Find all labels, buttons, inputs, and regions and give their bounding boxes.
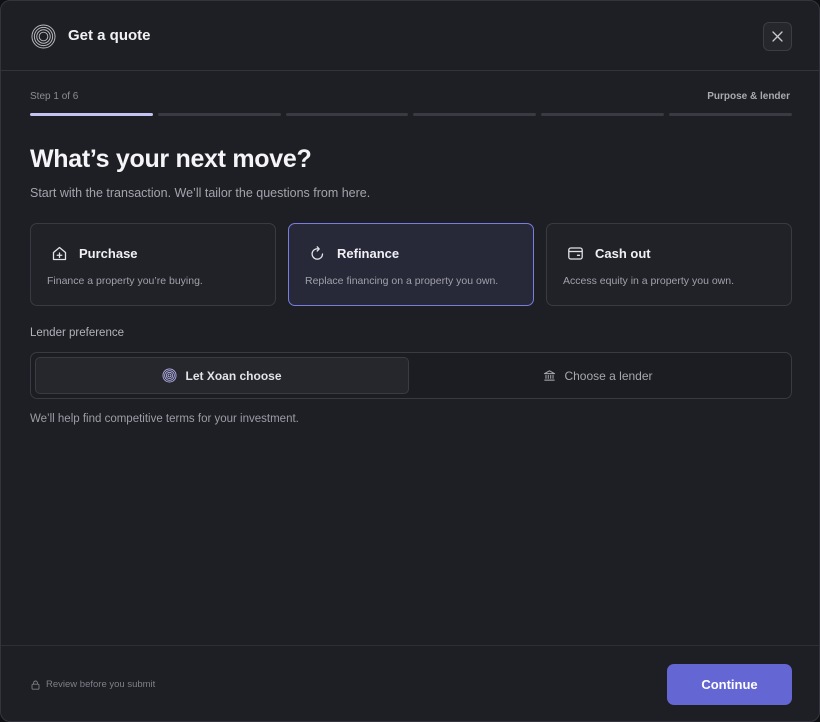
brand-logo-icon (31, 24, 56, 49)
step-section-label: Purpose & lender (707, 91, 790, 102)
close-icon (772, 31, 783, 42)
modal-footer: Review before you submit Continue (1, 645, 819, 721)
lender-preference-label: Lender preference (30, 327, 124, 339)
step-progress-bar (30, 113, 792, 117)
option-label: Let Xoan choose (185, 368, 282, 383)
option-description: Access equity in a property you own. (563, 275, 735, 287)
modal-header: Get a quote (1, 1, 819, 71)
page-subheading: Start with the transaction. We’ll tailor… (30, 186, 371, 200)
choose-a-lender-option[interactable]: Choose a lender (411, 357, 785, 394)
quote-modal: Get a quote Step 1 of 6 Purpose & lender… (0, 0, 820, 722)
continue-button[interactable]: Continue (667, 664, 792, 705)
lock-icon (31, 680, 40, 690)
progress-segment-2 (157, 113, 281, 116)
progress-segment-4 (413, 113, 537, 116)
xoan-logo-icon (163, 368, 177, 383)
refresh-icon (311, 246, 324, 260)
progress-segment-5 (541, 113, 665, 116)
option-title: Cash out (595, 246, 651, 261)
option-label: Choose a lender (564, 368, 653, 383)
close-button[interactable] (763, 22, 792, 51)
wallet-icon (568, 247, 583, 260)
option-card-refinance[interactable]: Refinance Replace financing on a propert… (288, 223, 534, 306)
bank-icon (544, 370, 556, 381)
house-plus-icon (52, 246, 67, 261)
progress-segment-6 (669, 113, 792, 116)
modal-title: Get a quote (68, 27, 151, 44)
option-card-cash-out[interactable]: Cash out Access equity in a property you… (546, 223, 792, 306)
lender-preference-toggle: Let Xoan choose Choose a lender (30, 352, 792, 399)
option-description: Replace financing on a property you own. (305, 275, 499, 287)
progress-segment-3 (285, 113, 409, 116)
option-description: Finance a property you’re buying. (47, 275, 203, 287)
helper-text: We’ll help find competitive terms for yo… (30, 413, 299, 425)
option-title: Refinance (337, 246, 400, 261)
transaction-options: Purchase Finance a property you’re buyin… (30, 223, 792, 306)
step-counter: Step 1 of 6 (30, 91, 79, 102)
page-heading: What’s your next move? (30, 145, 312, 173)
footer-note: Review before you submit (31, 679, 155, 690)
option-card-purchase[interactable]: Purchase Finance a property you’re buyin… (30, 223, 276, 306)
progress-segment-1 (30, 113, 153, 116)
footer-note-text: Review before you submit (46, 679, 156, 690)
let-xoan-choose-option[interactable]: Let Xoan choose (35, 357, 409, 394)
option-title: Purchase (79, 246, 138, 261)
